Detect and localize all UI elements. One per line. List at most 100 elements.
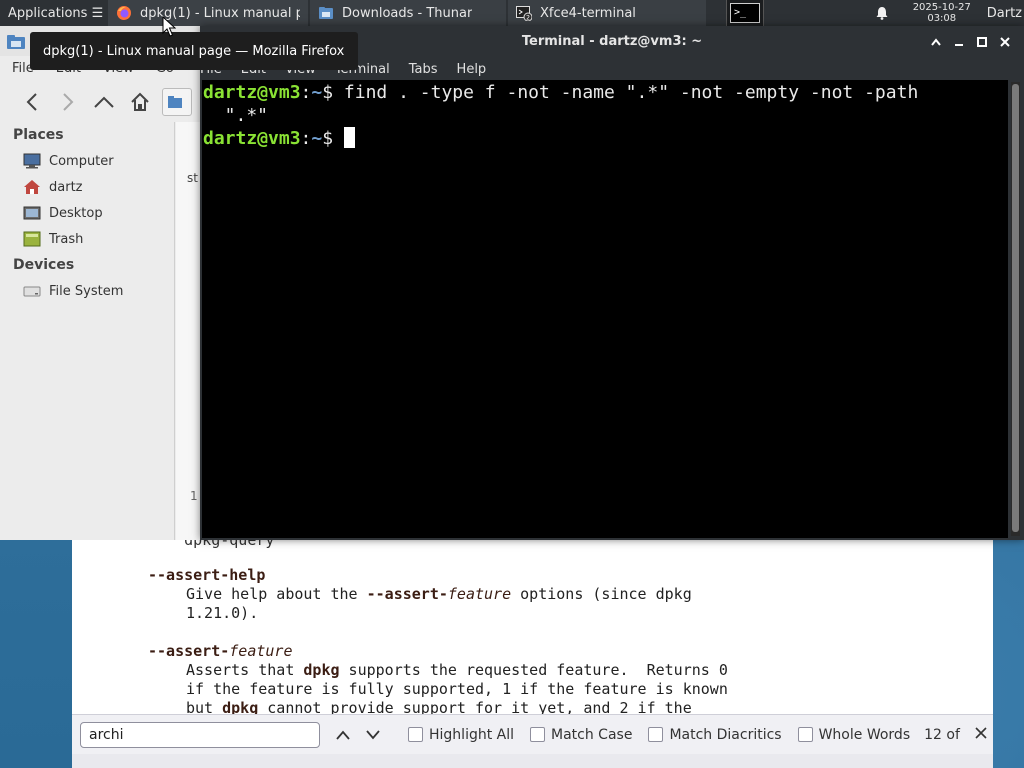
- terminal-window-count: 2: [526, 15, 530, 22]
- manpage-text: but: [186, 699, 223, 714]
- home-icon: [131, 92, 149, 111]
- checkbox-icon: [530, 727, 546, 742]
- manpage-text: cannot provide support for it yet, and 2…: [258, 699, 692, 714]
- terminal-screen[interactable]: dartz@vm3:~$ find . -type f -not -name "…: [202, 80, 1008, 538]
- prompt-separator: :: [300, 82, 312, 103]
- prompt-end: $: [322, 128, 344, 149]
- find-next-button[interactable]: [358, 722, 388, 748]
- sidebar-heading-devices: Devices: [13, 257, 75, 273]
- mouse-pointer-icon: [162, 16, 176, 37]
- thunar-sidebar: Places Computer dartz Desktop Trash Devi…: [0, 122, 175, 540]
- text-cursor: [343, 127, 355, 148]
- find-bar: Highlight All Match Case Match Diacritic…: [72, 714, 993, 754]
- top-panel: Applications ☰ dpkg(1) - Linux manual pa…: [0, 0, 1024, 26]
- firefox-manpage-content: dpkg-query --assert-help Give help about…: [72, 540, 993, 714]
- clock-date: 2025-10-27: [912, 2, 971, 13]
- prompt-user: dartz@vm3: [203, 82, 301, 103]
- back-button[interactable]: [14, 87, 50, 117]
- match-case-label: Match Case: [551, 726, 633, 743]
- manpage-text: Asserts that: [186, 661, 304, 679]
- drive-icon: [23, 286, 41, 297]
- chevron-up-icon: [336, 730, 350, 740]
- trash-icon: [23, 231, 41, 247]
- active-window-glyph: >_: [730, 3, 760, 23]
- manpage-bold-text: dpkg: [303, 661, 340, 679]
- close-icon: [975, 727, 987, 739]
- manpage-text: options (since dpkg: [511, 585, 692, 603]
- manpage-italic-text: feature: [229, 642, 293, 660]
- manpage-bold-text: --assert-: [366, 585, 448, 603]
- folder-icon: [319, 7, 333, 19]
- whole-words-checkbox[interactable]: Whole Words: [797, 727, 910, 743]
- manpage-option-desc: 1.21.0).: [186, 604, 259, 622]
- clock[interactable]: 2025-10-27 03:08: [907, 2, 977, 24]
- manpage-bold-text: --assert-: [148, 642, 230, 660]
- sidebar-item-label: Trash: [49, 231, 84, 247]
- terminal-line: dartz@vm3:~$: [203, 127, 1008, 150]
- terminal-icon: 2: [516, 6, 532, 22]
- terminal-line: dartz@vm3:~$ find . -type f -not -name "…: [203, 81, 1008, 104]
- desktop-icon: [23, 206, 41, 220]
- manpage-option-desc: if the feature is fully supported, 1 if …: [186, 680, 728, 698]
- close-icon: [999, 37, 1010, 47]
- checkbox-icon: [408, 727, 423, 742]
- chevron-up-icon: [930, 38, 941, 46]
- minimize-button[interactable]: [947, 32, 970, 52]
- match-diacritics-checkbox[interactable]: Match Diacritics: [648, 727, 782, 743]
- sidebar-item-desktop[interactable]: Desktop: [0, 200, 174, 226]
- folder-icon: [168, 96, 182, 108]
- forward-button[interactable]: [50, 87, 86, 117]
- checkbox-icon: [648, 727, 664, 742]
- sidebar-item-computer[interactable]: Computer: [0, 148, 174, 174]
- close-button[interactable]: [993, 32, 1016, 52]
- find-match-count: 12 of: [924, 726, 960, 743]
- applications-label: Applications: [8, 5, 88, 21]
- sidebar-item-label: dartz: [49, 179, 83, 195]
- notification-bell-icon[interactable]: [875, 6, 889, 20]
- close-findbar-button[interactable]: [974, 724, 988, 745]
- taskbar-terminal[interactable]: 2 Xfce4-terminal: [508, 0, 706, 26]
- find-input[interactable]: [80, 721, 320, 748]
- location-bar[interactable]: [162, 88, 192, 116]
- manpage-italic-text: feature: [447, 585, 512, 603]
- highlight-all-label: Highlight All: [429, 726, 515, 743]
- thunar-window-icon: [7, 35, 25, 49]
- command-text: find . -type f -not -name ".*" -not -emp…: [343, 82, 919, 103]
- applications-suffix: ☰: [91, 5, 104, 21]
- panel-tray: 2025-10-27 03:08 Dartz: [875, 0, 1024, 26]
- applications-menu-button[interactable]: Applications ☰: [0, 0, 108, 26]
- minimize-icon: [954, 44, 963, 46]
- manpage-option-desc: Give help about the --assert-feature opt…: [186, 585, 692, 604]
- checkbox-icon: [797, 727, 813, 742]
- taskbar-terminal-label: Xfce4-terminal: [540, 5, 636, 21]
- sidebar-item-trash[interactable]: Trash: [0, 226, 174, 252]
- sidebar-item-dartz[interactable]: dartz: [0, 174, 174, 200]
- taskbar-firefox[interactable]: dpkg(1) - Linux manual page — Mozilla Fi…: [108, 0, 308, 26]
- active-window-button[interactable]: >_: [726, 0, 764, 26]
- sidebar-item-file-system[interactable]: File System: [0, 278, 174, 304]
- taskbar-thunar[interactable]: Downloads - Thunar: [310, 0, 506, 26]
- firefox-icon: [117, 6, 131, 20]
- user-menu[interactable]: Dartz: [987, 6, 1022, 21]
- home-folder-icon: [24, 180, 40, 194]
- home-button[interactable]: [122, 87, 158, 117]
- sidebar-heading-places: Places: [13, 127, 64, 143]
- clock-time: 03:08: [927, 13, 957, 24]
- terminal-scrollbar[interactable]: [1011, 82, 1020, 536]
- menu-tabs[interactable]: Tabs: [409, 62, 438, 77]
- prompt-separator: :: [300, 128, 312, 149]
- scrollbar-thumb[interactable]: [1012, 84, 1019, 532]
- find-previous-button[interactable]: [328, 722, 358, 748]
- maximize-up-button[interactable]: [924, 32, 947, 52]
- tooltip: dpkg(1) - Linux manual page — Mozilla Fi…: [30, 32, 358, 70]
- terminal-line: ".*": [203, 105, 269, 126]
- menu-help[interactable]: Help: [457, 62, 487, 77]
- maximize-button[interactable]: [970, 32, 993, 52]
- taskbar-thunar-label: Downloads - Thunar: [342, 5, 473, 21]
- chevron-right-icon: [63, 93, 74, 111]
- highlight-all-checkbox[interactable]: Highlight All: [408, 727, 514, 743]
- up-button[interactable]: [86, 87, 122, 117]
- manpage-top-fragment: dpkg-query: [148, 540, 275, 549]
- match-case-checkbox[interactable]: Match Case: [530, 727, 632, 743]
- manpage-option-name: --assert-feature: [148, 642, 293, 661]
